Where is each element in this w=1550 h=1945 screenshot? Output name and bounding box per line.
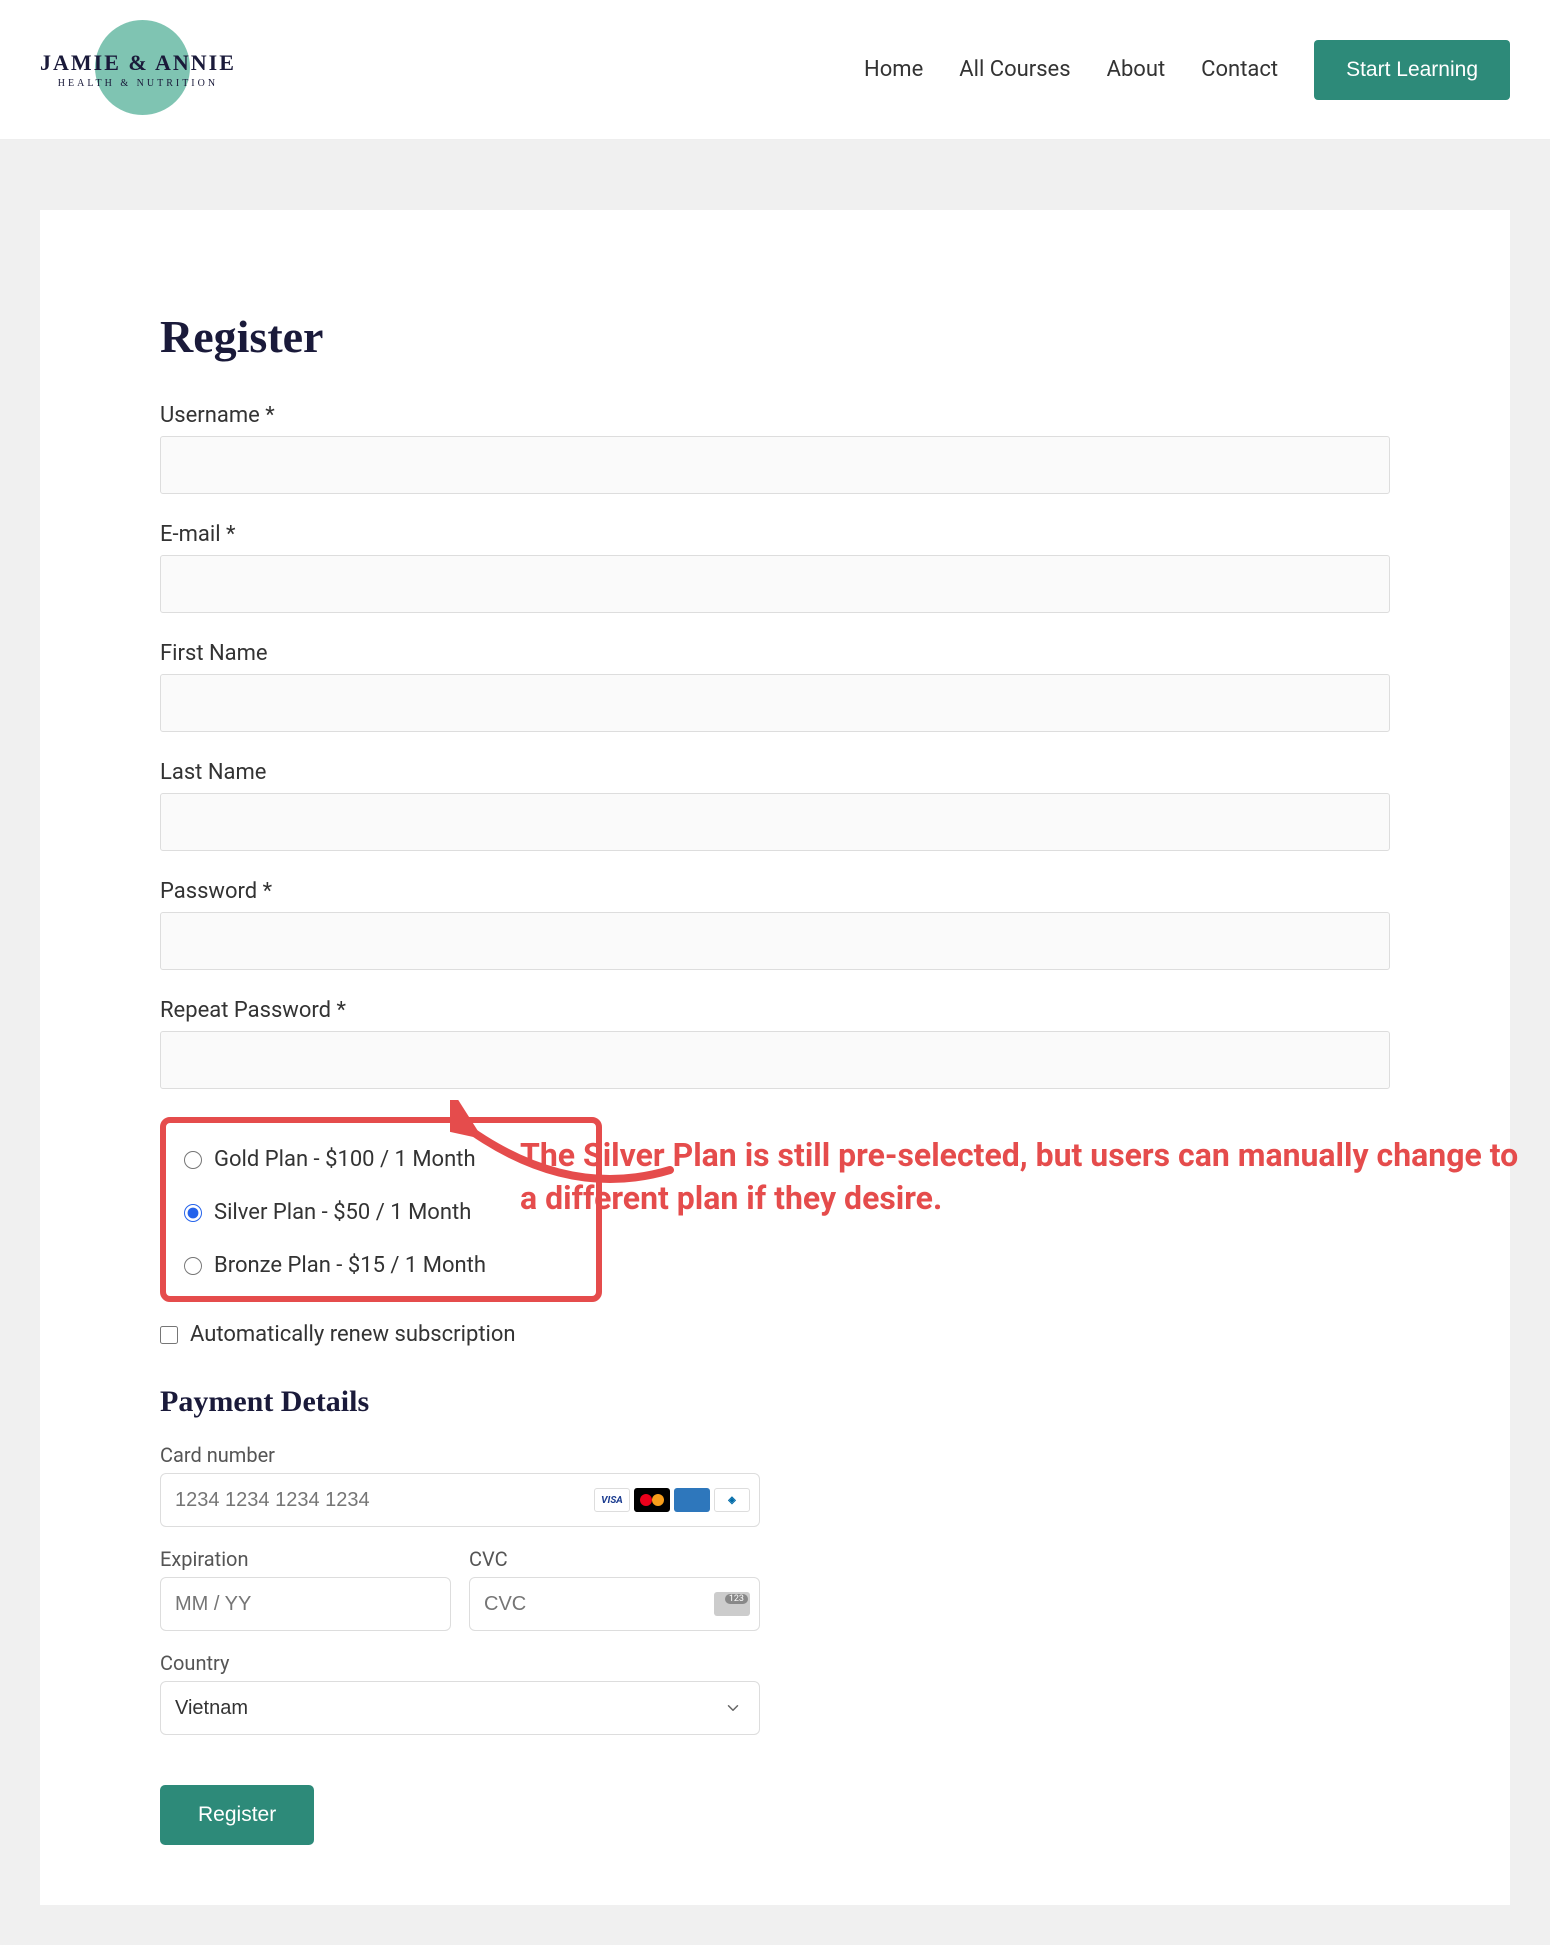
plan-bronze-label: Bronze Plan - $15 / 1 Month — [214, 1253, 486, 1278]
firstname-input[interactable] — [160, 674, 1390, 732]
plan-silver-label: Silver Plan - $50 / 1 Month — [214, 1200, 471, 1225]
repeat-password-label: Repeat Password * — [160, 998, 1390, 1023]
repeat-password-input[interactable] — [160, 1031, 1390, 1089]
username-input[interactable] — [160, 436, 1390, 494]
page-body: Register Username * E-mail * First Name … — [0, 140, 1550, 1945]
lastname-label: Last Name — [160, 760, 1390, 785]
visa-icon: VISA — [594, 1488, 630, 1512]
nav-courses[interactable]: All Courses — [959, 57, 1070, 82]
password-label: Password * — [160, 879, 1390, 904]
nav-about[interactable]: About — [1107, 57, 1166, 82]
logo-main-text: JAMIE & ANNIE — [40, 50, 236, 76]
plan-gold-row[interactable]: Gold Plan - $100 / 1 Month — [184, 1147, 578, 1172]
plan-silver-row[interactable]: Silver Plan - $50 / 1 Month — [184, 1200, 578, 1225]
email-input[interactable] — [160, 555, 1390, 613]
cvc-label: CVC — [469, 1547, 760, 1571]
auto-renew-label: Automatically renew subscription — [190, 1322, 516, 1347]
expiration-label: Expiration — [160, 1547, 451, 1571]
auto-renew-row[interactable]: Automatically renew subscription — [160, 1322, 1390, 1347]
lastname-input[interactable] — [160, 793, 1390, 851]
site-header: JAMIE & ANNIE HEALTH & NUTRITION Home Al… — [0, 0, 1550, 140]
payment-section-title: Payment Details — [160, 1385, 1390, 1419]
auto-renew-checkbox[interactable] — [160, 1326, 178, 1344]
plan-gold-radio[interactable] — [184, 1151, 202, 1169]
card-brand-icons: VISA ◈ — [594, 1488, 750, 1512]
country-label: Country — [160, 1651, 1390, 1675]
start-learning-button[interactable]: Start Learning — [1314, 40, 1510, 100]
plan-bronze-row[interactable]: Bronze Plan - $15 / 1 Month — [184, 1253, 578, 1278]
plan-bronze-radio[interactable] — [184, 1257, 202, 1275]
register-submit-button[interactable]: Register — [160, 1785, 314, 1845]
nav-home[interactable]: Home — [864, 57, 923, 82]
expiration-input[interactable] — [160, 1577, 451, 1631]
register-card: Register Username * E-mail * First Name … — [40, 210, 1510, 1905]
logo-sub-text: HEALTH & NUTRITION — [40, 78, 236, 89]
username-label: Username * — [160, 403, 1390, 428]
plan-silver-radio[interactable] — [184, 1204, 202, 1222]
cvc-badge: 123 — [725, 1594, 748, 1604]
plan-gold-label: Gold Plan - $100 / 1 Month — [214, 1147, 476, 1172]
email-label: E-mail * — [160, 522, 1390, 547]
annotation-text: The Silver Plan is still pre-selected, b… — [520, 1134, 1520, 1220]
logo-text: JAMIE & ANNIE HEALTH & NUTRITION — [40, 50, 236, 89]
mastercard-icon — [634, 1488, 670, 1512]
card-number-label: Card number — [160, 1443, 1390, 1467]
primary-nav: Home All Courses About Contact Start Lea… — [864, 40, 1510, 100]
firstname-label: First Name — [160, 641, 1390, 666]
nav-contact[interactable]: Contact — [1201, 57, 1278, 82]
password-input[interactable] — [160, 912, 1390, 970]
amex-icon — [674, 1488, 710, 1512]
country-select[interactable]: Vietnam — [160, 1681, 760, 1735]
page-title: Register — [160, 310, 1390, 363]
site-logo[interactable]: JAMIE & ANNIE HEALTH & NUTRITION — [40, 20, 236, 120]
cvc-card-icon: 123 — [714, 1592, 750, 1616]
diners-icon: ◈ — [714, 1488, 750, 1512]
